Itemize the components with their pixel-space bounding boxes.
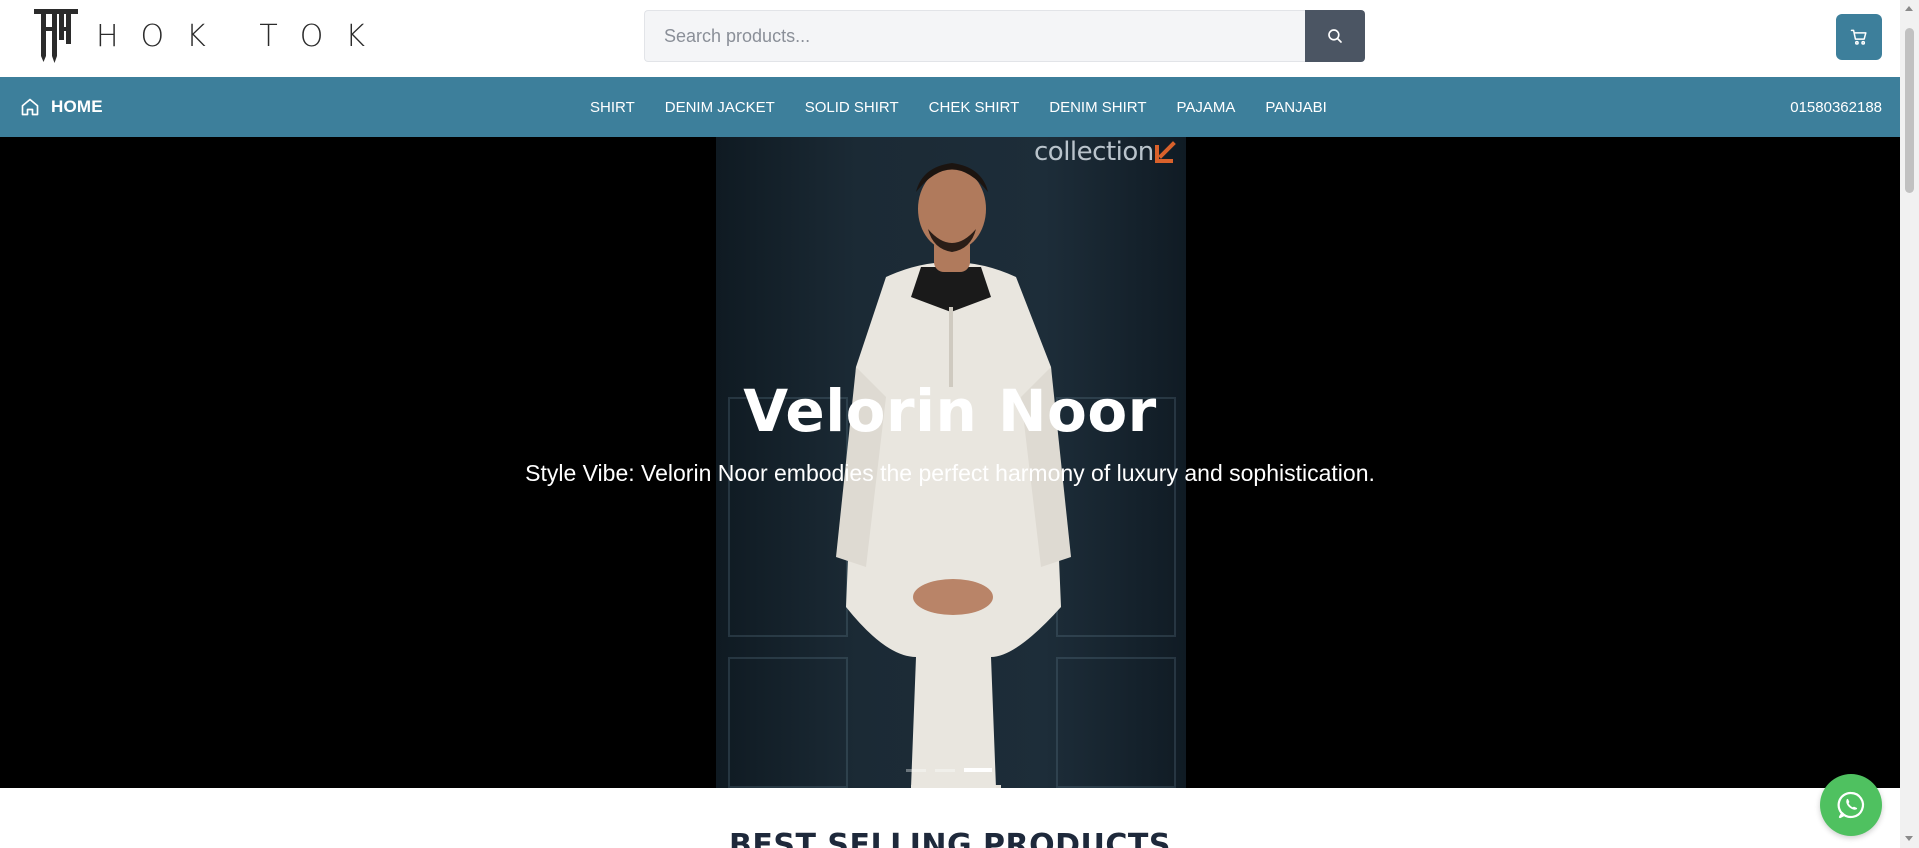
search-input[interactable]	[644, 10, 1305, 62]
slide-indicator-3[interactable]	[964, 768, 992, 772]
hero-subtitle: Style Vibe: Velorin Noor embodies the pe…	[525, 460, 1375, 486]
site-header: HOK TOK	[0, 0, 1900, 77]
category-nav: SHIRT DENIM JACKET SOLID SHIRT CHEK SHIR…	[590, 77, 1357, 137]
cart-button[interactable]	[1836, 14, 1882, 60]
home-link[interactable]: HOME	[20, 77, 103, 137]
nav-link-chek-shirt[interactable]: CHEK SHIRT	[929, 99, 1020, 116]
cart-icon	[1850, 29, 1867, 45]
home-icon	[21, 98, 39, 116]
scroll-up-arrow-icon[interactable]	[1905, 6, 1913, 11]
slide-indicator-1[interactable]	[906, 768, 926, 772]
search-button[interactable]	[1305, 10, 1365, 62]
search-icon	[1328, 29, 1342, 43]
nav-link-solid-shirt[interactable]: SOLID SHIRT	[805, 99, 899, 116]
scroll-thumb[interactable]	[1905, 28, 1914, 193]
arrow-down-left-icon	[1155, 141, 1176, 163]
hero-slider: collection Velorin Noor Style Vibe: Velo…	[0, 137, 1900, 788]
logo-mark-icon	[34, 9, 78, 63]
nav-link-shirt[interactable]: SHIRT	[590, 99, 635, 116]
logo-text: HOK TOK	[96, 18, 387, 54]
whatsapp-icon	[1837, 791, 1865, 819]
scroll-down-arrow-icon[interactable]	[1905, 836, 1913, 841]
collection-label: collection	[1034, 137, 1154, 167]
page-scrollbar[interactable]	[1900, 0, 1919, 848]
phone-link[interactable]: 01580362188	[1790, 77, 1882, 137]
home-label: HOME	[51, 97, 103, 116]
main-nav: HOME SHIRT DENIM JACKET SOLID SHIRT CHEK…	[0, 77, 1900, 137]
best-selling-heading: BEST SELLING PRODUCTS	[729, 828, 1171, 848]
site-logo[interactable]: HOK TOK	[32, 6, 387, 66]
hero-title: Velorin Noor	[743, 377, 1157, 445]
nav-link-denim-jacket[interactable]: DENIM JACKET	[665, 99, 775, 116]
nav-link-panjabi[interactable]: PANJABI	[1265, 99, 1326, 116]
slide-indicator-2[interactable]	[935, 768, 955, 772]
search-form	[644, 10, 1365, 62]
whatsapp-button[interactable]	[1820, 774, 1882, 836]
nav-link-denim-shirt[interactable]: DENIM SHIRT	[1049, 99, 1146, 116]
nav-link-pajama[interactable]: PAJAMA	[1176, 99, 1235, 116]
slider-indicators	[906, 768, 1001, 772]
